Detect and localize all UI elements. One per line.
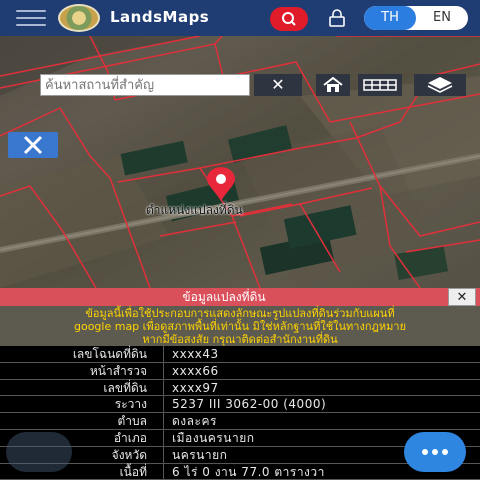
search-button[interactable] [270,7,308,31]
layers-icon [427,77,453,93]
row-value: 5237 III 3062-00 (4000) [172,397,327,412]
row-value: xxxx43 [172,347,219,361]
row-value: ดงละคร [172,414,217,429]
notice-line-3: หากมีข้อสงสัย กรุณาติดต่อสำนักงานที่ดิน [142,333,338,346]
row-label: ระวาง [0,396,164,413]
lang-en-button[interactable]: EN [416,6,468,30]
row-value: 6 ไร่ 0 งาน 77.0 ตารางวา [172,464,325,479]
lock-button[interactable] [326,8,348,28]
lang-th-button[interactable]: TH [364,6,416,30]
menu-icon[interactable] [16,10,46,26]
search-icon [282,12,296,26]
table-row: เลขที่ดิน xxxx97 [0,379,480,397]
measure-tool-button[interactable] [8,132,58,158]
row-label: หน้าสำรวจ [0,362,164,379]
close-info-button[interactable]: ✕ [448,288,476,306]
layers-button[interactable] [414,74,466,96]
table-row: หน้าสำรวจ xxxx66 [0,362,480,380]
row-label: เลขที่ดิน [0,379,164,396]
parcel-location-label: ตำแหน่งแปลงที่ดิน [146,203,243,217]
place-search-input[interactable] [40,74,250,96]
disclaimer-notice: ข้อมูลนี้เพื่อใช้ประกอบการแสดงลักษณะรูปแ… [0,306,480,346]
row-value: xxxx97 [172,380,219,395]
location-pin-icon [207,167,235,201]
home-icon [323,76,343,92]
clear-search-button[interactable]: ✕ [254,74,302,96]
row-value: xxxx66 [172,363,219,378]
more-options-button[interactable] [404,432,466,472]
top-bar: LandsMaps TH EN [0,0,480,36]
table-row: ระวาง 5237 III 3062-00 (4000) [0,396,480,414]
parcel-grid-button[interactable] [358,74,402,96]
language-toggle: TH EN [364,6,468,30]
ruler-icon [23,135,43,155]
info-panel-title: ข้อมูลแปลงที่ดิน [182,290,266,304]
department-logo [58,4,100,32]
table-row: เลขโฉนดที่ดิน xxxx43 [0,346,480,363]
more-icon-dot [432,449,438,455]
more-icon-dot [442,449,448,455]
map-view[interactable]: ✕ ตำแหน่งแปลงที่ดิน [0,36,480,288]
secondary-floating-button[interactable] [6,432,72,472]
grid-icon [363,79,397,91]
row-value: เมืองนครนายก [172,430,255,445]
row-label: เลขโฉนดที่ดิน [0,346,164,362]
table-row: เนื้อที่ 6 ไร่ 0 งาน 77.0 ตารางวา [0,463,480,480]
row-label: ตำบล [0,413,164,429]
more-icon [422,449,428,455]
notice-line-1: ข้อมูลนี้เพื่อใช้ประกอบการแสดงลักษณะรูปแ… [85,307,395,320]
notice-line-2: google map เพื่อดูสภาพพื้นที่เท่านั้น มิ… [73,320,407,333]
app-title: LandsMaps [110,8,210,26]
home-button[interactable] [316,74,350,96]
table-row: ตำบล ดงละคร [0,413,480,430]
row-value: นครนายก [172,447,228,462]
lock-icon [329,9,345,27]
info-panel-header: ข้อมูลแปลงที่ดิน ✕ [0,288,480,306]
